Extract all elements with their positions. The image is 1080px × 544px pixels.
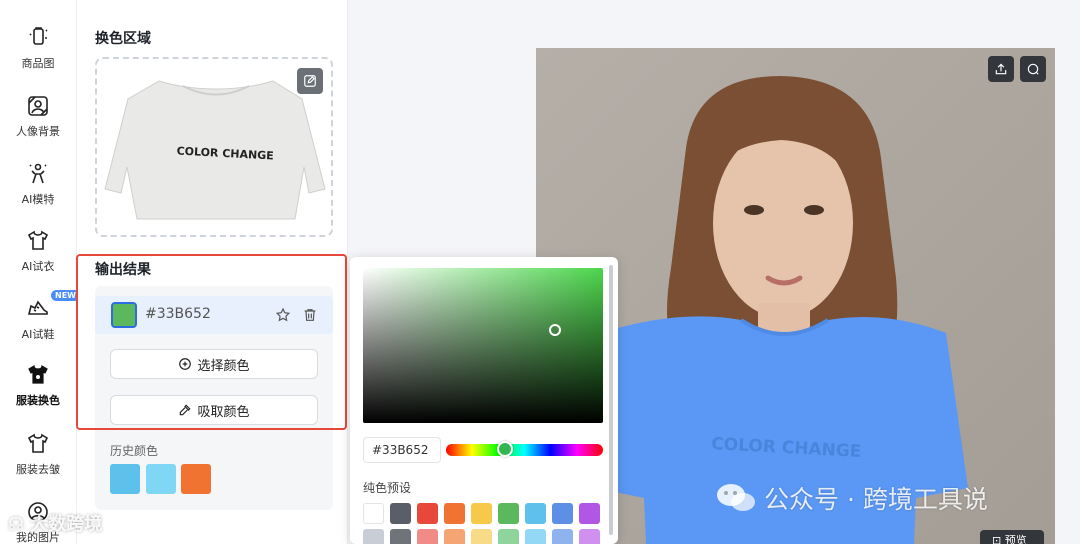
preset-color-swatch[interactable] (498, 503, 519, 524)
upload-icon (995, 63, 1007, 75)
preset-color-swatch[interactable] (417, 503, 438, 524)
ai-try-on-icon (27, 230, 49, 250)
wechat-icon (717, 484, 755, 511)
nav-item-ai-model[interactable]: AI模特 (0, 162, 76, 207)
nav-label: 服装换色 (16, 394, 60, 407)
nav-item-clothing-dewrinkle[interactable]: 服装去皱 (0, 432, 76, 477)
product-image-icon (29, 27, 48, 45)
corner-watermark: ☊ 大数跨境 (8, 514, 103, 535)
preset-color-swatch[interactable] (363, 529, 384, 544)
portrait-background-icon (28, 96, 48, 116)
preset-color-swatch[interactable] (471, 529, 492, 544)
preset-color-swatch[interactable] (498, 529, 519, 544)
preview-label: 预览 (1004, 534, 1027, 544)
nav-label: AI模特 (21, 193, 55, 206)
clothing-dewrinkle-icon (27, 433, 49, 453)
preview-button[interactable]: ⊡ 预览 (980, 530, 1044, 544)
edit-area-button[interactable] (297, 68, 323, 94)
hex-input[interactable]: #33B652 (363, 437, 441, 463)
preset-color-swatch[interactable] (363, 503, 384, 524)
preset-color-swatch[interactable] (444, 529, 465, 544)
preset-color-swatch[interactable] (417, 529, 438, 544)
nav-item-clothing-recolor[interactable]: 服装换色 (0, 363, 76, 408)
upload-button[interactable] (988, 56, 1014, 82)
color-picker-popover: #33B652 纯色预设 (350, 257, 618, 544)
edit-icon (304, 75, 316, 87)
preset-label: 纯色预设 (363, 481, 412, 495)
history-color-swatch[interactable] (146, 464, 176, 494)
nav-item-portrait-background[interactable]: 人像背景 (0, 94, 76, 139)
nav-label: AI试鞋 (21, 328, 55, 341)
preset-color-swatch[interactable] (390, 529, 411, 544)
compare-button[interactable] (1020, 56, 1046, 82)
preset-color-swatch[interactable] (552, 503, 573, 524)
nav-item-ai-try-shoes[interactable]: NEW AI试鞋 (0, 290, 80, 342)
nav-label: AI试衣 (21, 260, 55, 273)
saturation-cursor[interactable] (549, 324, 561, 336)
preset-color-swatch[interactable] (444, 503, 465, 524)
recolor-area-title: 换色区域 (95, 31, 151, 47)
ai-try-shoes-icon (27, 300, 48, 315)
wechat-watermark-text: 公众号 · 跨境工具说 (764, 485, 988, 514)
wechat-watermark: 公众号 · 跨境工具说 (716, 480, 988, 516)
ai-model-icon (29, 163, 47, 184)
picker-scrollbar[interactable] (609, 265, 613, 535)
side-nav: 商品图 人像背景 AI模特 AI试衣 NEW AI试鞋 服装换色 服装去皱 我的… (0, 0, 80, 544)
preset-color-swatch[interactable] (579, 503, 600, 524)
nav-item-product-image[interactable]: 商品图 (0, 26, 76, 71)
corner-watermark-text: 大数跨境 (30, 514, 103, 535)
output-highlight-frame (76, 254, 347, 430)
preset-color-swatch[interactable] (525, 503, 546, 524)
history-color-swatch[interactable] (110, 464, 140, 494)
nav-label: 商品图 (21, 57, 55, 70)
nav-label: 服装去皱 (16, 463, 60, 476)
clothing-recolor-icon (28, 364, 48, 384)
saturation-value-field[interactable] (363, 268, 603, 423)
nav-item-ai-try-on[interactable]: AI试衣 (0, 229, 76, 274)
preset-color-swatch[interactable] (471, 503, 492, 524)
hue-slider[interactable] (446, 441, 603, 457)
preset-color-swatch[interactable] (525, 529, 546, 544)
preset-color-swatch[interactable] (390, 503, 411, 524)
nav-label: 人像背景 (16, 125, 60, 138)
history-label: 历史颜色 (110, 444, 159, 458)
history-color-swatch[interactable] (181, 464, 211, 494)
preset-color-swatch[interactable] (552, 529, 573, 544)
hue-knob[interactable] (497, 441, 513, 457)
preset-color-swatch[interactable] (579, 529, 600, 544)
compare-icon (1027, 63, 1039, 75)
